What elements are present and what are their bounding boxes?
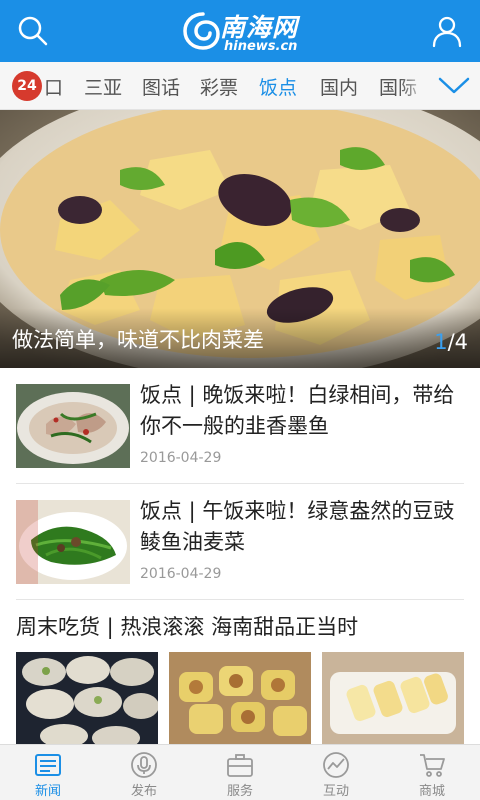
tab-tuhua[interactable]: 图话 <box>142 73 180 100</box>
hero-carousel[interactable]: 做法简单，味道不比肉菜差 1/4 <box>0 110 480 368</box>
rolls-image <box>169 652 311 746</box>
tab-caipiao[interactable]: 彩票 <box>200 73 238 100</box>
trend-icon <box>323 752 349 778</box>
news-date: 2016-04-29 <box>140 566 222 582</box>
microphone-icon <box>131 752 157 778</box>
cart-icon <box>420 754 445 777</box>
news-thumbnail <box>16 384 130 468</box>
channel-tab-bar: 口 24 三亚 图话 彩票 饭点 国内 国际 <box>0 62 480 110</box>
carousel-page-total: /4 <box>447 330 468 354</box>
sweet-rolls-image <box>322 652 464 746</box>
nav-interact[interactable]: 互动 <box>288 745 384 800</box>
tab-guonei[interactable]: 国内 <box>320 73 358 100</box>
greens-dish-image <box>16 500 130 584</box>
gallery-image[interactable] <box>16 652 158 746</box>
search-button[interactable] <box>12 10 54 52</box>
carousel-page-current: 1 <box>434 330 448 354</box>
logo-subtitle: hinews.cn <box>224 39 298 54</box>
nav-publish[interactable]: 发布 <box>96 745 192 800</box>
bottom-navigation: 新闻 发布 服务 互动 商城 <box>0 744 480 800</box>
expand-channels-button[interactable] <box>428 62 480 109</box>
news-thumbnail <box>16 500 130 584</box>
user-button[interactable] <box>426 10 468 52</box>
news-icon <box>35 754 61 776</box>
squid-dish-image <box>16 384 130 468</box>
news-list-item[interactable]: 饭点 | 午饭来啦！绿意盎然的豆豉鲮鱼油麦菜 2016-04-29 <box>0 484 480 600</box>
news-date: 2016-04-29 <box>140 450 222 466</box>
nav-label: 新闻 <box>34 784 61 799</box>
tab-fade <box>400 62 430 109</box>
gallery-section-title[interactable]: 周末吃货 | 热浪滚滚 海南甜品正当时 <box>16 611 358 641</box>
app-header: 南海网 hinews.cn <box>0 0 480 62</box>
notification-badge: 24 <box>12 71 42 101</box>
tab-haikou[interactable]: 口 <box>44 73 63 100</box>
app-logo: 南海网 hinews.cn <box>180 6 310 56</box>
hero-caption: 做法简单，味道不比肉菜差 <box>12 328 264 352</box>
news-title: 饭点 | 午饭来啦！绿意盎然的豆豉鲮鱼油麦菜 <box>140 499 455 554</box>
tab-fandian[interactable]: 饭点 <box>259 73 297 100</box>
tab-sanya[interactable]: 三亚 <box>84 73 122 100</box>
gallery-image[interactable] <box>322 652 464 746</box>
nav-mall[interactable]: 商城 <box>384 745 480 800</box>
dessert-bowls-image <box>16 652 158 746</box>
carousel-page-indicator: 1/4 <box>434 330 468 354</box>
nav-label: 商城 <box>418 784 445 799</box>
nav-label: 发布 <box>130 784 157 799</box>
nav-label: 互动 <box>322 784 349 799</box>
nav-service[interactable]: 服务 <box>192 745 288 800</box>
search-icon <box>18 16 48 46</box>
nav-news[interactable]: 新闻 <box>0 745 96 800</box>
gallery-image[interactable] <box>169 652 311 746</box>
news-title: 饭点 | 晚饭来啦！白绿相间，带给你不一般的韭香墨鱼 <box>140 383 455 438</box>
nav-label: 服务 <box>226 784 253 799</box>
user-icon <box>432 16 462 48</box>
chevron-down-icon <box>438 77 470 94</box>
news-list-item[interactable]: 饭点 | 晚饭来啦！白绿相间，带给你不一般的韭香墨鱼 2016-04-29 <box>0 368 480 484</box>
list-divider <box>16 599 464 600</box>
briefcase-icon <box>227 754 253 777</box>
